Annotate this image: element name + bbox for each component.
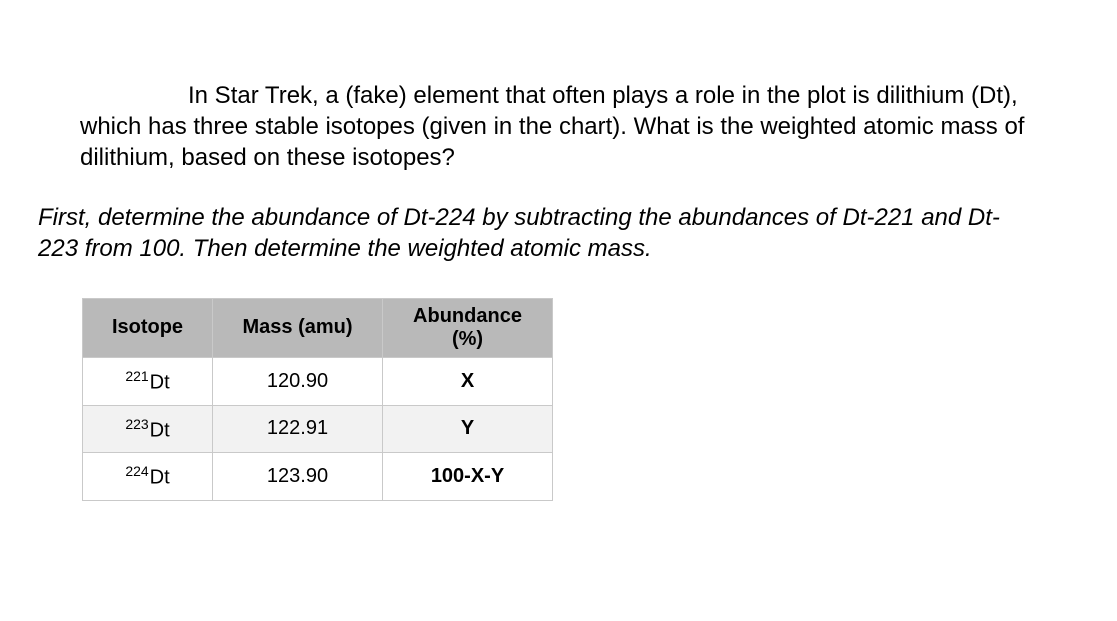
cell-isotope: 221Dt — [83, 357, 213, 405]
cell-mass: 123.90 — [213, 453, 383, 501]
isotope-mass-number: 224 — [125, 463, 148, 479]
question-text: In Star Trek, a (fake) element that ofte… — [80, 80, 1037, 174]
isotope-symbol: Dt — [150, 419, 170, 441]
header-abundance-line2: (%) — [452, 328, 483, 350]
table-row: 223Dt 122.91 Y — [83, 405, 553, 453]
instruction-text: First, determine the abundance of Dt-224… — [38, 202, 1037, 264]
isotope-mass-number: 223 — [125, 416, 148, 432]
table-row: 221Dt 120.90 X — [83, 357, 553, 405]
cell-abundance: 100-X-Y — [383, 453, 553, 501]
question-body: In Star Trek, a (fake) element that ofte… — [80, 82, 1024, 171]
isotope-table: Isotope Mass (amu) Abundance (%) 221Dt 1… — [82, 298, 553, 501]
table-header-row: Isotope Mass (amu) Abundance (%) — [83, 298, 553, 357]
table-row: 224Dt 123.90 100-X-Y — [83, 453, 553, 501]
cell-mass: 122.91 — [213, 405, 383, 453]
page: In Star Trek, a (fake) element that ofte… — [0, 0, 1117, 501]
cell-isotope: 224Dt — [83, 453, 213, 501]
header-isotope: Isotope — [83, 298, 213, 357]
cell-abundance: X — [383, 357, 553, 405]
isotope-symbol: Dt — [150, 372, 170, 394]
cell-abundance: Y — [383, 405, 553, 453]
header-mass: Mass (amu) — [213, 298, 383, 357]
isotope-symbol: Dt — [150, 467, 170, 489]
isotope-mass-number: 221 — [125, 368, 148, 384]
cell-isotope: 223Dt — [83, 405, 213, 453]
cell-mass: 120.90 — [213, 357, 383, 405]
header-abundance-line1: Abundance — [413, 305, 522, 327]
header-abundance: Abundance (%) — [383, 298, 553, 357]
